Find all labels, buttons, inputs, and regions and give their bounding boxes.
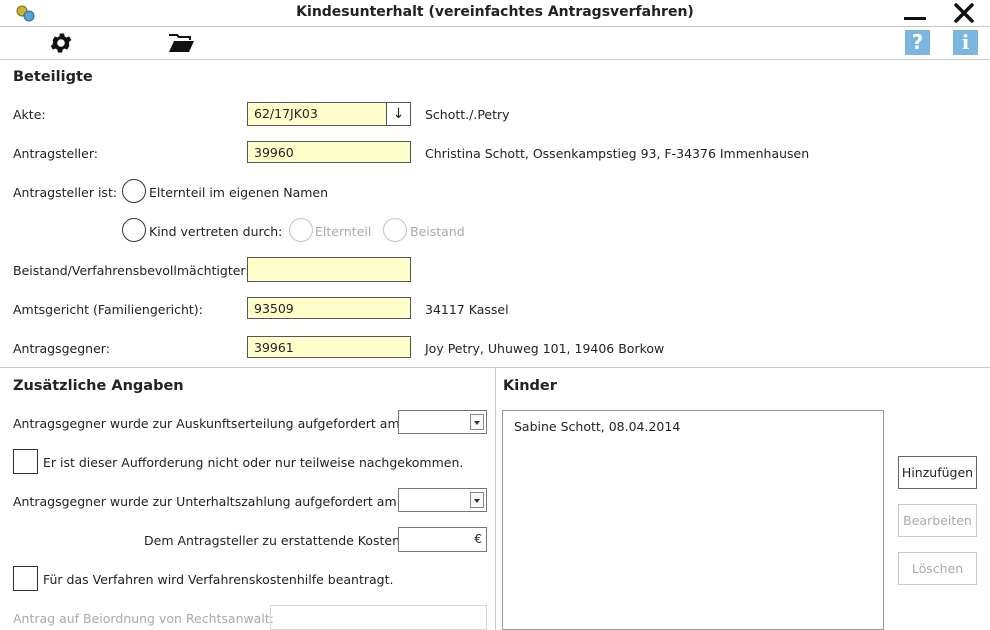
antragsteller-info: Christina Schott, Ossenkampstieg 93, F-3… (425, 146, 810, 161)
radio-elternteil-eigener-name[interactable] (122, 179, 146, 203)
kosten-field[interactable]: € (398, 527, 487, 552)
unterhalt-date-combo[interactable] (398, 488, 487, 512)
radio-elternteil-eigener-name-label: Elternteil im eigenen Namen (149, 185, 329, 200)
chevron-down-icon[interactable] (470, 414, 484, 430)
akte-field[interactable]: 62/17JK03 (247, 102, 387, 126)
radio-elternteil-label: Elternteil (315, 224, 372, 239)
delete-child-button[interactable]: Löschen (898, 552, 977, 585)
edit-child-button[interactable]: Bearbeiten (898, 504, 977, 537)
nicht-nachgekommen-checkbox[interactable] (13, 449, 38, 474)
toolbar (0, 27, 990, 60)
radio-beistand[interactable] (383, 218, 407, 242)
unterhalt-label: Antragsgegner wurde zur Unterhaltszahlun… (13, 494, 401, 509)
list-item[interactable]: Sabine Schott, 08.04.2014 (514, 419, 680, 434)
close-icon[interactable] (953, 2, 975, 24)
antragsteller-label: Antragsteller: (13, 146, 98, 161)
nicht-nachgekommen-label: Er ist dieser Aufforderung nicht oder nu… (43, 455, 464, 470)
beiordnung-field[interactable] (270, 605, 487, 630)
antragsgegner-field[interactable]: 39961 (247, 336, 411, 358)
section-title-zusatz: Zusätzliche Angaben (13, 378, 184, 394)
beistand-field[interactable] (247, 257, 411, 282)
vkh-checkbox[interactable] (13, 566, 38, 591)
akte-info: Schott./.Petry (425, 107, 510, 122)
amtsgericht-info: 34117 Kassel (425, 302, 509, 317)
vkh-label: Für das Verfahren wird Verfahrenskostenh… (43, 572, 394, 587)
help-icon[interactable]: ? (905, 30, 930, 55)
amtsgericht-label: Amtsgericht (Familiengericht): (13, 302, 203, 317)
chevron-down-icon[interactable] (470, 492, 484, 508)
radio-elternteil[interactable] (289, 218, 313, 242)
folder-open-icon[interactable] (168, 32, 195, 54)
amtsgericht-field[interactable]: 93509 (247, 297, 411, 319)
beistand-label: Beistand/Verfahrensbevollmächtigter: (13, 263, 250, 278)
section-title-kinder: Kinder (503, 378, 557, 394)
antragsteller-field[interactable]: 39960 (247, 141, 411, 163)
akte-picker-button[interactable]: ↓ (386, 102, 411, 126)
section-title-beteiligte: Beteiligte (13, 69, 93, 85)
radio-kind-vertreten[interactable] (122, 218, 146, 242)
radio-kind-vertreten-label: Kind vertreten durch: (149, 224, 283, 239)
auskunft-label: Antragsgegner wurde zur Auskunftserteilu… (13, 416, 404, 431)
column-divider (495, 368, 496, 630)
kosten-label: Dem Antragsteller zu erstattende Kosten: (144, 533, 405, 548)
kinder-list[interactable]: Sabine Schott, 08.04.2014 (502, 410, 884, 630)
akte-label: Akte: (13, 107, 46, 122)
antragsgegner-info: Joy Petry, Uhuweg 101, 19406 Borkow (425, 341, 665, 356)
info-icon[interactable]: i (953, 30, 978, 55)
minimize-icon[interactable] (904, 17, 926, 20)
add-child-button[interactable]: Hinzufügen (898, 456, 977, 489)
auskunft-date-combo[interactable] (398, 410, 487, 434)
window-title: Kindesunterhalt (vereinfachtes Antragsve… (296, 4, 694, 20)
antragsgegner-label: Antragsgegner: (13, 341, 110, 356)
beiordnung-label: Antrag auf Beiordnung von Rechtsanwalt: (13, 611, 274, 626)
antragsteller-ist-label: Antragsteller ist: (13, 185, 118, 200)
gear-icon[interactable] (48, 30, 74, 56)
radio-beistand-label: Beistand (410, 224, 465, 239)
currency-label: € (474, 532, 482, 546)
